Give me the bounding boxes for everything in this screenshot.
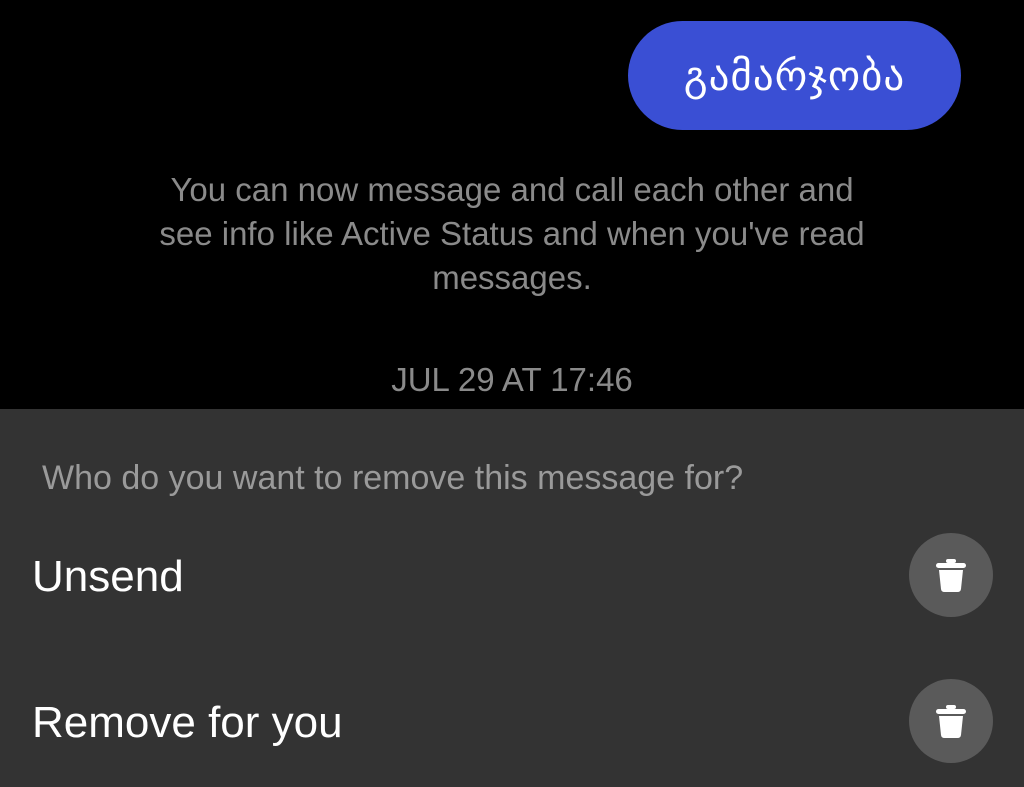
messenger-screen: გამარჯობა You can now message and call e… <box>0 0 1024 787</box>
trash-icon[interactable] <box>909 533 993 617</box>
sent-message-bubble[interactable]: გამარჯობა <box>628 21 961 130</box>
unsend-label: Unsend <box>32 552 184 601</box>
chat-thread: გამარჯობა You can now message and call e… <box>0 0 1024 409</box>
remove-message-sheet: Who do you want to remove this message f… <box>0 409 1024 787</box>
unsend-button[interactable]: Unsend <box>0 522 1024 632</box>
remove-for-you-label: Remove for you <box>32 698 343 747</box>
sheet-prompt: Who do you want to remove this message f… <box>42 459 744 497</box>
trash-icon[interactable] <box>909 679 993 763</box>
message-timestamp: JUL 29 AT 17:46 <box>391 361 633 398</box>
system-note: You can now message and call each other … <box>159 171 865 296</box>
remove-for-you-button[interactable]: Remove for you <box>0 668 1024 778</box>
